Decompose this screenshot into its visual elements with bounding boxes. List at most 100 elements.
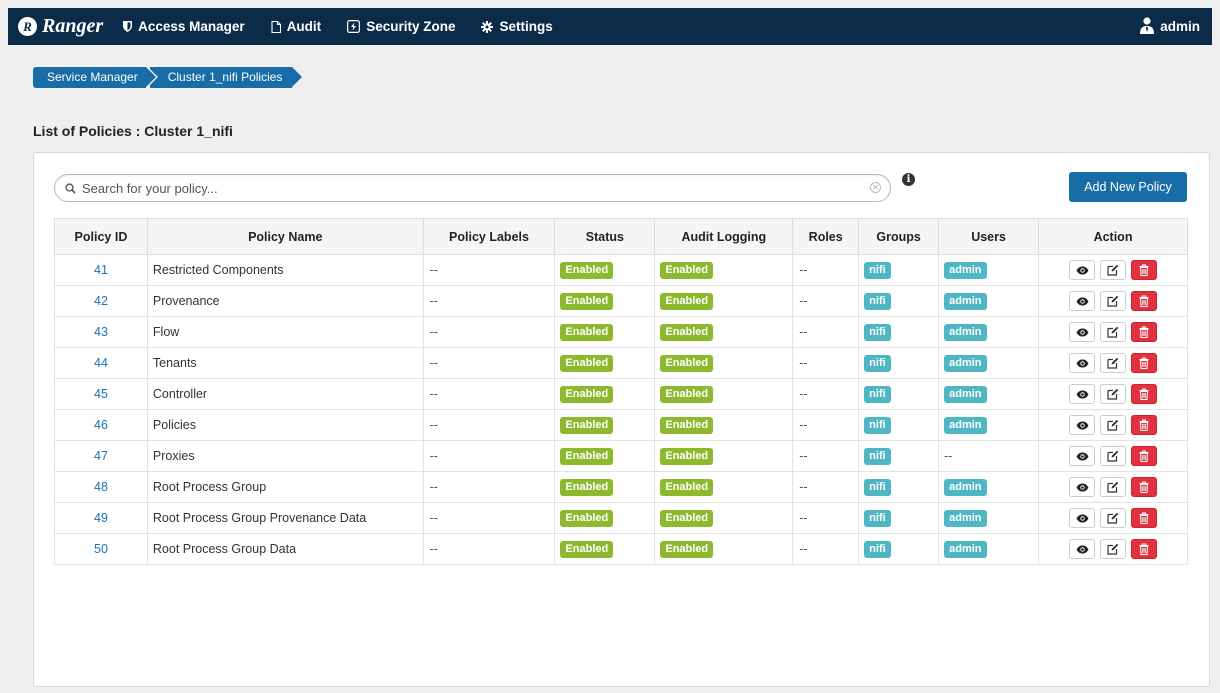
edit-icon — [1107, 357, 1119, 369]
delete-button[interactable] — [1131, 260, 1158, 280]
brand-name: Ranger — [42, 15, 104, 37]
trash-icon — [1139, 512, 1149, 524]
delete-button[interactable] — [1131, 291, 1158, 311]
nav-audit[interactable]: Audit — [271, 19, 322, 34]
edit-button[interactable] — [1100, 477, 1127, 497]
breadcrumb-service-manager[interactable]: Service Manager — [33, 67, 158, 88]
nav-security-zone[interactable]: Security Zone — [347, 19, 455, 34]
policy-id-link[interactable]: 48 — [94, 480, 108, 494]
user-menu[interactable]: admin — [1139, 16, 1200, 37]
delete-button[interactable] — [1131, 353, 1158, 373]
view-button[interactable] — [1069, 539, 1096, 559]
view-button[interactable] — [1069, 291, 1096, 311]
roles-cell: -- — [792, 502, 859, 534]
groups-cell: nifi — [858, 378, 939, 410]
breadcrumb-current[interactable]: Cluster 1_nifi Policies — [149, 67, 303, 88]
edit-icon — [1107, 512, 1119, 524]
status-cell: Enabled — [554, 378, 655, 410]
user-tag: admin — [944, 354, 987, 372]
search-icon — [65, 182, 76, 194]
policies-panel: ✕ i Add New Policy Policy ID Policy Name… — [33, 152, 1210, 687]
table-header-row: Policy ID Policy Name Policy Labels Stat… — [54, 218, 1188, 255]
policy-id-link[interactable]: 50 — [94, 542, 108, 556]
policy-id-link[interactable]: 42 — [94, 294, 108, 308]
view-button[interactable] — [1069, 415, 1096, 435]
policy-id-cell: 50 — [54, 533, 148, 565]
col-policy-name[interactable]: Policy Name — [146, 218, 424, 255]
view-button[interactable] — [1069, 322, 1096, 342]
edit-button[interactable] — [1100, 446, 1127, 466]
policy-id-link[interactable]: 49 — [94, 511, 108, 525]
policy-name-cell: Root Process Group — [146, 471, 424, 503]
nav-security-zone-label: Security Zone — [366, 19, 456, 34]
groups-cell: nifi — [858, 285, 939, 317]
policy-name-cell: Tenants — [146, 347, 424, 379]
group-tag: nifi — [864, 261, 891, 279]
edit-icon — [1107, 543, 1119, 555]
delete-button[interactable] — [1131, 322, 1158, 342]
policy-id-link[interactable]: 46 — [94, 418, 108, 432]
nav-audit-label: Audit — [286, 19, 322, 34]
delete-button[interactable] — [1131, 477, 1158, 497]
group-tag: nifi — [864, 385, 891, 403]
delete-button[interactable] — [1131, 446, 1158, 466]
roles-cell: -- — [792, 316, 859, 348]
table-row: 49 Root Process Group Provenance Data --… — [54, 502, 1188, 534]
delete-button[interactable] — [1131, 539, 1158, 559]
policy-id-link[interactable]: 43 — [94, 325, 108, 339]
view-button[interactable] — [1069, 260, 1096, 280]
view-button[interactable] — [1069, 353, 1096, 373]
user-icon — [1139, 16, 1155, 37]
nav-access-manager[interactable]: Access Manager — [123, 19, 245, 34]
status-cell: Enabled — [554, 440, 655, 472]
col-policy-labels: Policy Labels — [422, 218, 556, 255]
col-policy-id[interactable]: Policy ID — [54, 218, 148, 255]
edit-button[interactable] — [1100, 322, 1127, 342]
edit-icon — [1107, 295, 1119, 307]
roles-cell: -- — [792, 378, 859, 410]
add-new-policy-button[interactable]: Add New Policy — [1069, 172, 1187, 202]
policy-id-link[interactable]: 41 — [94, 263, 108, 277]
table-row: 45 Controller -- Enabled Enabled -- nifi… — [54, 378, 1188, 410]
action-cell — [1038, 533, 1188, 565]
search-box[interactable]: ✕ — [54, 174, 891, 202]
brand[interactable]: R Ranger — [18, 15, 103, 38]
policy-name-cell: Flow — [146, 316, 424, 348]
search-input[interactable] — [82, 180, 862, 196]
policy-labels-cell: -- — [422, 409, 555, 441]
edit-button[interactable] — [1100, 508, 1127, 528]
edit-button[interactable] — [1100, 415, 1127, 435]
policy-id-link[interactable]: 47 — [94, 449, 108, 463]
delete-button[interactable] — [1131, 508, 1158, 528]
clear-search-icon[interactable]: ✕ — [870, 182, 881, 193]
policy-id-cell: 46 — [54, 409, 148, 441]
groups-cell: nifi — [858, 502, 939, 534]
policy-id-cell: 42 — [54, 285, 148, 317]
policy-id-cell: 48 — [54, 471, 148, 503]
info-icon[interactable]: i — [902, 173, 915, 186]
policy-labels-cell: -- — [422, 471, 555, 503]
edit-button[interactable] — [1100, 539, 1127, 559]
nav-settings[interactable]: Settings — [481, 19, 553, 34]
edit-button[interactable] — [1100, 384, 1127, 404]
view-button[interactable] — [1069, 446, 1096, 466]
edit-button[interactable] — [1100, 260, 1127, 280]
users-cell: admin — [938, 285, 1039, 317]
status-badge: Enabled — [560, 478, 614, 496]
delete-button[interactable] — [1131, 415, 1158, 435]
edit-button[interactable] — [1100, 353, 1127, 373]
edit-button[interactable] — [1100, 291, 1127, 311]
policy-id-link[interactable]: 44 — [94, 356, 108, 370]
audit-badge: Enabled — [660, 292, 714, 310]
zone-icon — [347, 20, 361, 33]
view-button[interactable] — [1069, 477, 1096, 497]
policy-id-link[interactable]: 45 — [94, 387, 108, 401]
group-tag: nifi — [864, 323, 891, 341]
eye-icon — [1076, 452, 1089, 460]
view-button[interactable] — [1069, 508, 1096, 528]
action-cell — [1038, 440, 1188, 472]
status-badge: Enabled — [560, 540, 614, 558]
view-button[interactable] — [1069, 384, 1096, 404]
action-cell — [1038, 316, 1188, 348]
delete-button[interactable] — [1131, 384, 1158, 404]
